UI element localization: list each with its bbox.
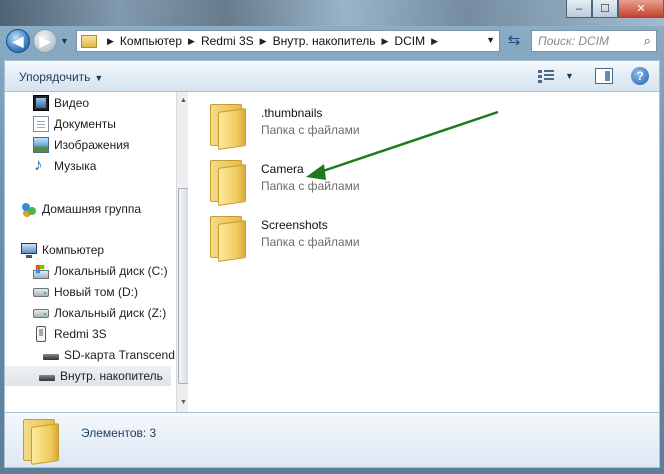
- chevron-right-icon[interactable]: ▶: [107, 36, 114, 47]
- storage-icon: [43, 354, 59, 360]
- documents-library-icon: [33, 116, 49, 132]
- navigation-bar: ◀ ▶ ▼ ▶ Компьютер ▶ Redmi 3S ▶ Внутр. на…: [0, 26, 664, 56]
- sidebar-item-label: Музыка: [54, 159, 97, 173]
- back-arrow-icon[interactable]: ◀: [6, 29, 30, 53]
- help-icon[interactable]: ?: [631, 67, 649, 85]
- folder-icon: [21, 419, 61, 465]
- chevron-right-icon[interactable]: ▶: [431, 36, 438, 47]
- folder-icon: [208, 216, 248, 262]
- search-input[interactable]: Поиск: DCIM ⌕: [531, 30, 657, 52]
- search-placeholder: Поиск: DCIM: [538, 34, 610, 48]
- breadcrumb-dcim[interactable]: DCIM: [394, 34, 425, 48]
- pictures-library-icon: [33, 137, 49, 153]
- breadcrumb: ▶ Компьютер ▶ Redmi 3S ▶ Внутр. накопите…: [101, 34, 444, 48]
- system-disk-icon: [33, 269, 49, 279]
- sidebar-item-disk-d[interactable]: Новый том (D:): [33, 282, 138, 302]
- folder-item-camera[interactable]: Camera Папка с файлами: [208, 156, 528, 206]
- folder-type: Папка с файлами: [261, 123, 360, 137]
- phone-icon: [36, 326, 46, 342]
- maximize-icon[interactable]: ☐: [592, 0, 618, 18]
- scroll-up-icon[interactable]: ▲: [177, 94, 188, 108]
- sidebar-item-music[interactable]: Музыка: [33, 155, 97, 176]
- sidebar-item-redmi[interactable]: Redmi 3S: [33, 324, 107, 344]
- sidebar-item-disk-z[interactable]: Локальный диск (Z:): [33, 303, 166, 323]
- chevron-right-icon[interactable]: ▶: [188, 36, 195, 47]
- navigation-pane: Видео Документы Изображения Музыка Домаш…: [4, 92, 188, 412]
- sidebar-item-pictures[interactable]: Изображения: [33, 135, 129, 155]
- sidebar-item-computer[interactable]: Компьютер: [21, 240, 104, 260]
- video-library-icon: [33, 95, 49, 111]
- homegroup-icon: [21, 201, 37, 217]
- sidebar-item-documents[interactable]: Документы: [33, 114, 116, 134]
- folder-name: Camera: [261, 162, 304, 176]
- search-icon[interactable]: ⌕: [644, 33, 651, 49]
- sidebar-item-label: Документы: [54, 117, 116, 131]
- address-bar[interactable]: ▶ Компьютер ▶ Redmi 3S ▶ Внутр. накопите…: [76, 30, 500, 52]
- sidebar-item-label: Изображения: [54, 138, 130, 152]
- sidebar-item-label: Видео: [54, 96, 90, 110]
- command-bar: Упорядочить ▼ ▼ ?: [4, 60, 660, 92]
- forward-arrow-icon[interactable]: ▶: [33, 29, 57, 53]
- sidebar-item-sd-card[interactable]: SD-карта Transcend: [43, 345, 175, 365]
- breadcrumb-computer[interactable]: Компьютер: [120, 34, 182, 48]
- sidebar-item-disk-c[interactable]: Локальный диск (C:): [33, 261, 168, 281]
- folder-item-screenshots[interactable]: Screenshots Папка с файлами: [208, 212, 528, 262]
- item-count: Элементов: 3: [81, 426, 157, 440]
- sidebar-item-label: SD-карта Transcend: [64, 348, 175, 362]
- breadcrumb-redmi[interactable]: Redmi 3S: [201, 34, 254, 48]
- folder-item-thumbnails[interactable]: .thumbnails Папка с файлами: [208, 100, 528, 150]
- chevron-down-icon[interactable]: ▼: [565, 71, 574, 81]
- disk-icon: [33, 287, 49, 297]
- disk-icon: [33, 308, 49, 318]
- computer-icon: [21, 242, 37, 258]
- close-icon[interactable]: ✕: [618, 0, 664, 18]
- music-library-icon: [33, 155, 49, 175]
- sidebar-item-video[interactable]: Видео: [33, 93, 89, 113]
- folder-name: Screenshots: [261, 218, 328, 232]
- sidebar-item-homegroup[interactable]: Домашняя группа: [21, 199, 141, 219]
- sidebar-scrollbar[interactable]: ▲ ▼: [176, 92, 188, 412]
- minimize-icon[interactable]: ‒: [566, 0, 592, 18]
- folder-name: .thumbnails: [261, 106, 323, 120]
- breadcrumb-internal-storage[interactable]: Внутр. накопитель: [273, 34, 376, 48]
- storage-icon: [39, 375, 55, 381]
- sidebar-item-label: Локальный диск (C:): [54, 264, 168, 278]
- scrollbar-thumb[interactable]: [178, 188, 188, 384]
- organize-button[interactable]: Упорядочить ▼: [19, 70, 103, 84]
- organize-label: Упорядочить: [19, 70, 91, 84]
- window-frame: ‒ ☐ ✕ ◀ ▶ ▼ ▶ Компьютер ▶ Redmi 3S ▶ Вну…: [0, 0, 664, 474]
- refresh-icon[interactable]: ⇆: [503, 31, 525, 51]
- scroll-down-icon[interactable]: ▼: [177, 396, 188, 410]
- sidebar-item-label: Компьютер: [42, 243, 105, 257]
- history-dropdown-icon[interactable]: ▼: [60, 36, 69, 46]
- chevron-down-icon: ▼: [94, 73, 104, 83]
- sidebar-item-label: Внутр. накопитель: [60, 369, 163, 383]
- details-pane: Элементов: 3: [4, 412, 660, 468]
- folder-icon: [208, 104, 248, 150]
- address-dropdown-icon[interactable]: ▼: [486, 35, 495, 45]
- sidebar-item-label: Новый том (D:): [54, 285, 138, 299]
- sidebar-item-label: Домашняя группа: [42, 202, 142, 216]
- folder-icon: [208, 160, 248, 206]
- sidebar-item-label: Локальный диск (Z:): [54, 306, 167, 320]
- sidebar-item-internal-storage[interactable]: Внутр. накопитель: [5, 366, 171, 386]
- chevron-right-icon[interactable]: ▶: [260, 36, 267, 47]
- file-list: .thumbnails Папка с файлами Camera Папка…: [188, 92, 660, 412]
- caption-buttons: ‒ ☐ ✕: [566, 0, 664, 18]
- chevron-right-icon[interactable]: ▶: [381, 36, 388, 47]
- folder-icon: [81, 34, 97, 48]
- sidebar-item-label: Redmi 3S: [54, 327, 107, 341]
- folder-type: Папка с файлами: [261, 235, 360, 249]
- preview-pane-icon[interactable]: [595, 68, 613, 84]
- folder-type: Папка с файлами: [261, 179, 360, 193]
- view-options-icon[interactable]: [538, 68, 556, 84]
